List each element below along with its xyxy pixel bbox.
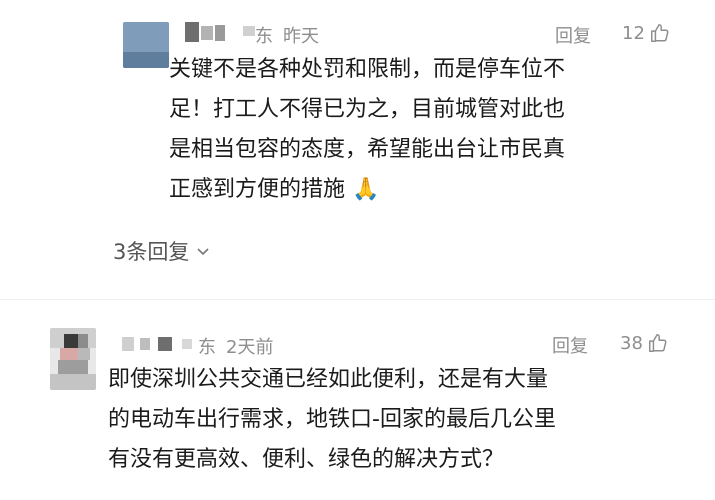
comment-item-1: 东 昨天 回复 12 关键不是各种处罚和限制，而是停车位不 足！打工人不得已为之… [0,0,715,300]
avatar[interactable] [123,22,169,68]
like-button[interactable]: 38 [620,332,669,354]
thumbs-up-icon [648,334,667,352]
chevron-down-icon [197,248,209,256]
thumbs-up-icon [650,24,669,42]
comment-time: 昨天 [283,26,319,47]
username-suffix: 东 [198,337,216,358]
more-replies-button[interactable]: 3条回复 [113,236,211,266]
comment-item-2: 东 2天前 回复 38 即使深圳公共交通已经如此便利，还是有大量 的电动车出行需… [0,300,715,500]
username-suffix: 东 [255,26,273,47]
like-button[interactable]: 12 [622,22,671,44]
comment-time: 2天前 [226,337,274,358]
avatar[interactable] [50,328,96,390]
like-count: 12 [622,22,645,44]
more-replies-label: 3条回复 [113,240,190,264]
like-count: 38 [620,332,643,354]
reply-button[interactable]: 回复 [555,22,591,48]
comment-text: 即使深圳公共交通已经如此便利，还是有大量 的电动车出行需求，地铁口-回家的最后几… [108,367,556,472]
reply-button[interactable]: 回复 [552,332,588,358]
comment-text: 关键不是各种处罚和限制，而是停车位不 足！打工人不得已为之，目前城管对此也 是相… [169,57,566,202]
